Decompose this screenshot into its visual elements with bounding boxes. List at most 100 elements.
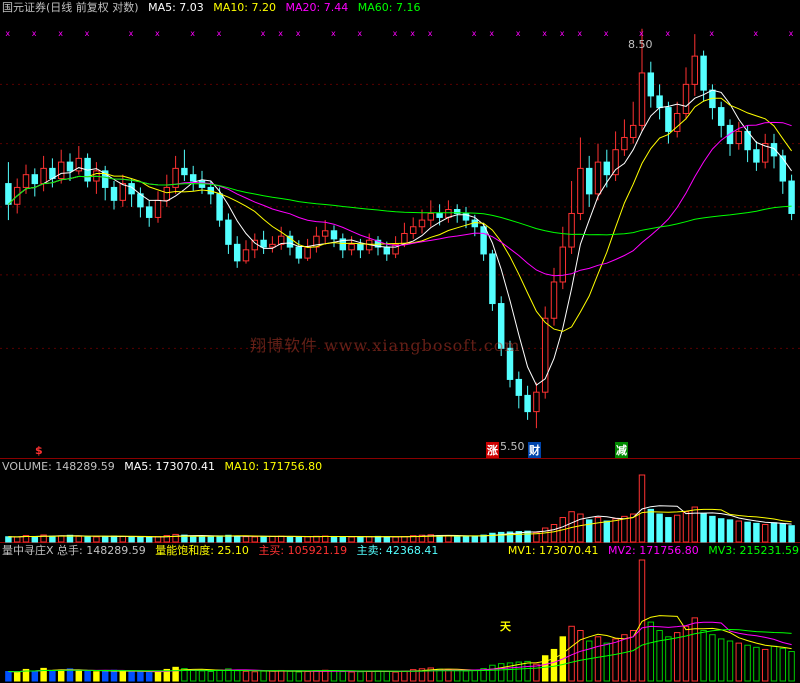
mark-zhang: 涨 [486, 442, 499, 458]
volume-bar [577, 513, 584, 543]
indicator-bar [251, 671, 259, 682]
signal-cross-marker: x [428, 29, 433, 38]
candle-body [700, 55, 707, 91]
candle-body [585, 167, 593, 195]
volume-bar [541, 527, 549, 543]
candle-body [31, 174, 39, 185]
volume-bar [656, 513, 663, 543]
volume-bar [119, 536, 127, 543]
signal-cross-marker: x [190, 29, 195, 38]
volume-bar [216, 535, 223, 543]
volume-bar [304, 536, 311, 543]
indicator-bar [682, 625, 690, 682]
signal-cross-marker: x [604, 29, 609, 38]
signal-cross-marker: x [665, 29, 670, 38]
volume-bar [401, 536, 408, 543]
candle-body [577, 167, 584, 214]
indicator-bar [365, 670, 373, 682]
candle-body [181, 167, 188, 176]
candle-body [788, 180, 795, 214]
signal-cross-marker: x [129, 29, 134, 38]
indicator-bar [101, 670, 109, 682]
indicator-bar [286, 670, 294, 682]
candle-body [119, 183, 127, 201]
signal-cross-marker: x [331, 29, 336, 38]
candle-body [216, 193, 223, 221]
indicator-bar [744, 644, 751, 682]
candle-body [489, 253, 496, 305]
signal-cross-marker: x [753, 29, 758, 38]
candle-body [304, 246, 311, 259]
candle-body [691, 55, 699, 85]
indicator-bar [726, 640, 734, 682]
indicator-bar [401, 670, 408, 682]
signal-cross-marker: x [217, 29, 222, 38]
volume-bar [365, 536, 373, 543]
signal-cross-marker: x [577, 29, 582, 38]
volume-bar [603, 520, 611, 543]
candle-body [348, 243, 355, 251]
candle-body [665, 107, 672, 132]
indicator-bar [497, 663, 505, 682]
indicator-bar [321, 669, 329, 682]
indicator-bar [629, 629, 637, 682]
indicator-bar [339, 671, 347, 682]
candle-body [409, 226, 417, 234]
indicator-bar [128, 671, 135, 682]
indicator-bar [550, 648, 558, 682]
candle-body [295, 246, 303, 259]
indicator-bar [295, 671, 303, 682]
indicator-bar [49, 669, 56, 682]
signal-cross-marker: x [261, 29, 266, 38]
volume-bar [172, 533, 179, 543]
indicator-bar [84, 670, 91, 682]
candle-body [40, 167, 47, 185]
volume-bar [462, 535, 470, 543]
volume-bar [453, 535, 461, 543]
volume-bar [348, 536, 355, 543]
candle-body [233, 243, 241, 262]
indicator-bar [717, 638, 725, 682]
indicator-bar [110, 669, 118, 682]
candle-body [629, 124, 637, 138]
volume-bar [524, 530, 531, 543]
volume-bar [145, 536, 153, 543]
volume-bar [84, 536, 91, 543]
volume-bar [471, 535, 479, 543]
indicator-bar [489, 664, 496, 682]
indicator-bar [207, 671, 215, 682]
volume-bar [621, 515, 628, 543]
volume-bar [251, 536, 259, 543]
volume-bar [744, 521, 751, 543]
volume-bar [392, 536, 399, 543]
candle-body [559, 246, 567, 283]
indicator-bar [779, 647, 787, 682]
low-price-label: 5.50 [500, 440, 525, 453]
indicator-bar [603, 642, 611, 682]
signal-cross-marker: x [393, 29, 398, 38]
signal-cross-marker: x [155, 29, 160, 38]
volume-bar [75, 535, 83, 543]
volume-bar [242, 536, 250, 543]
indicator-bar [260, 670, 267, 682]
signal-cross-marker: x [516, 29, 521, 38]
signal-cross-marker: x [32, 29, 37, 38]
volume-bar [57, 535, 65, 543]
volume-bar [207, 536, 215, 543]
indicator-bar [5, 671, 12, 682]
candle-body [383, 246, 391, 255]
indicator-bar [348, 671, 355, 682]
indicator-bar [753, 646, 760, 682]
signal-cross-marker: x [357, 29, 362, 38]
indicator-bar [31, 670, 39, 682]
volume-bar [269, 535, 276, 543]
candle-body [269, 243, 276, 248]
volume-bar [339, 536, 347, 543]
volume-bar [585, 519, 593, 543]
indicator-bar [383, 671, 391, 682]
volume-bar [295, 536, 303, 543]
indicator-bar [594, 636, 602, 682]
volume-bar [753, 522, 760, 543]
candle-body [594, 161, 602, 195]
mark-cai: 财 [528, 442, 541, 458]
